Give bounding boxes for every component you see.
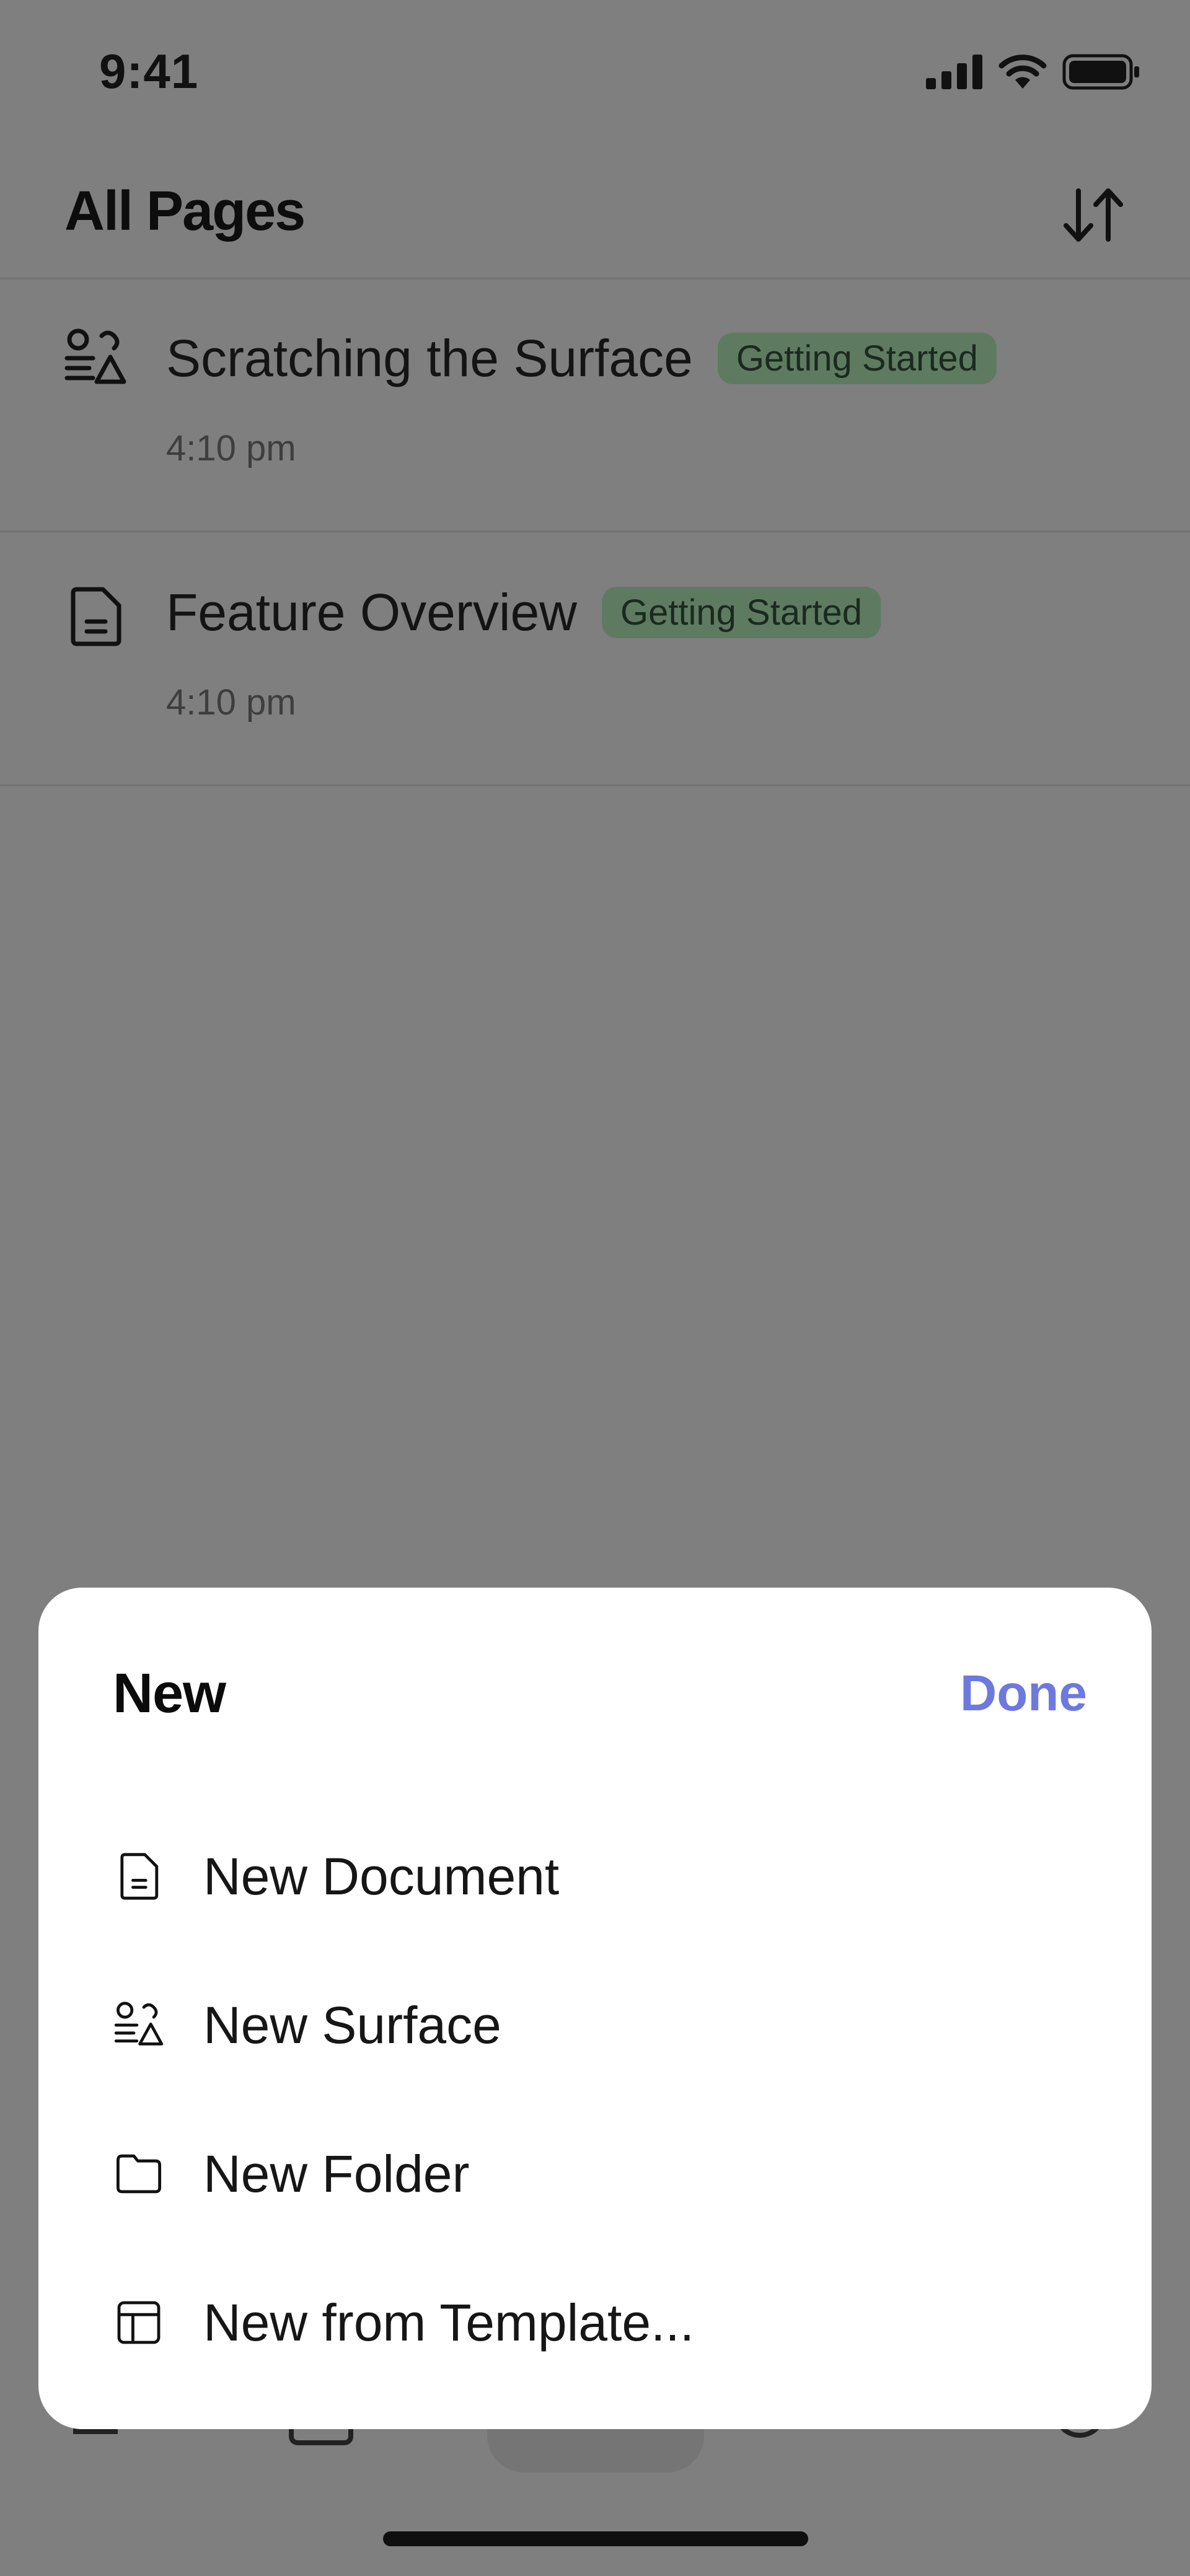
- wifi-icon: [998, 55, 1047, 89]
- status-icons: [926, 53, 1140, 90]
- sort-button[interactable]: [1060, 185, 1128, 247]
- row-divider: [0, 530, 1190, 532]
- page-title-row: Scratching the Surface Getting Started: [166, 328, 997, 389]
- sheet-item-label: New Folder: [203, 2144, 470, 2203]
- page-title-row: Feature Overview Getting Started: [166, 582, 881, 643]
- page-name: Feature Overview: [166, 583, 577, 641]
- new-document-item[interactable]: New Document: [113, 1827, 1042, 1926]
- status-time: 9:41: [99, 44, 199, 99]
- tag-badge: Getting Started: [717, 333, 997, 384]
- sheet-item-label: New Document: [203, 1847, 560, 1906]
- folder-icon: [113, 2148, 165, 2200]
- signal-icon: [926, 55, 982, 89]
- list-item[interactable]: [0, 279, 1190, 532]
- page-timestamp: 4:10 pm: [166, 682, 296, 723]
- page-title: All Pages: [64, 180, 306, 242]
- new-folder-item[interactable]: New Folder: [113, 2124, 1042, 2223]
- template-icon: [113, 2297, 165, 2349]
- tag-badge: Getting Started: [601, 587, 881, 638]
- done-button[interactable]: Done: [960, 1664, 1087, 1723]
- row-divider: [0, 785, 1190, 786]
- battery-icon: [1062, 54, 1139, 90]
- surface-icon: [113, 1999, 165, 2051]
- document-icon: [64, 586, 126, 648]
- surface-icon: [64, 327, 126, 389]
- page-name: Scratching the Surface: [166, 329, 693, 387]
- home-indicator: [383, 2531, 808, 2546]
- sort-icon: [1064, 188, 1123, 242]
- page-timestamp: 4:10 pm: [166, 428, 296, 468]
- new-from-template-item[interactable]: New from Template...: [113, 2273, 1042, 2372]
- new-surface-item[interactable]: New Surface: [113, 1976, 1042, 2075]
- sheet-title: New: [113, 1663, 226, 1725]
- sheet-item-label: New from Template...: [203, 2293, 695, 2352]
- sheet-item-label: New Surface: [203, 1995, 501, 2054]
- document-icon: [113, 1850, 165, 1902]
- list-item[interactable]: [0, 533, 1190, 785]
- new-sheet: New Done New Document New Surface New Fo…: [38, 1588, 1152, 2429]
